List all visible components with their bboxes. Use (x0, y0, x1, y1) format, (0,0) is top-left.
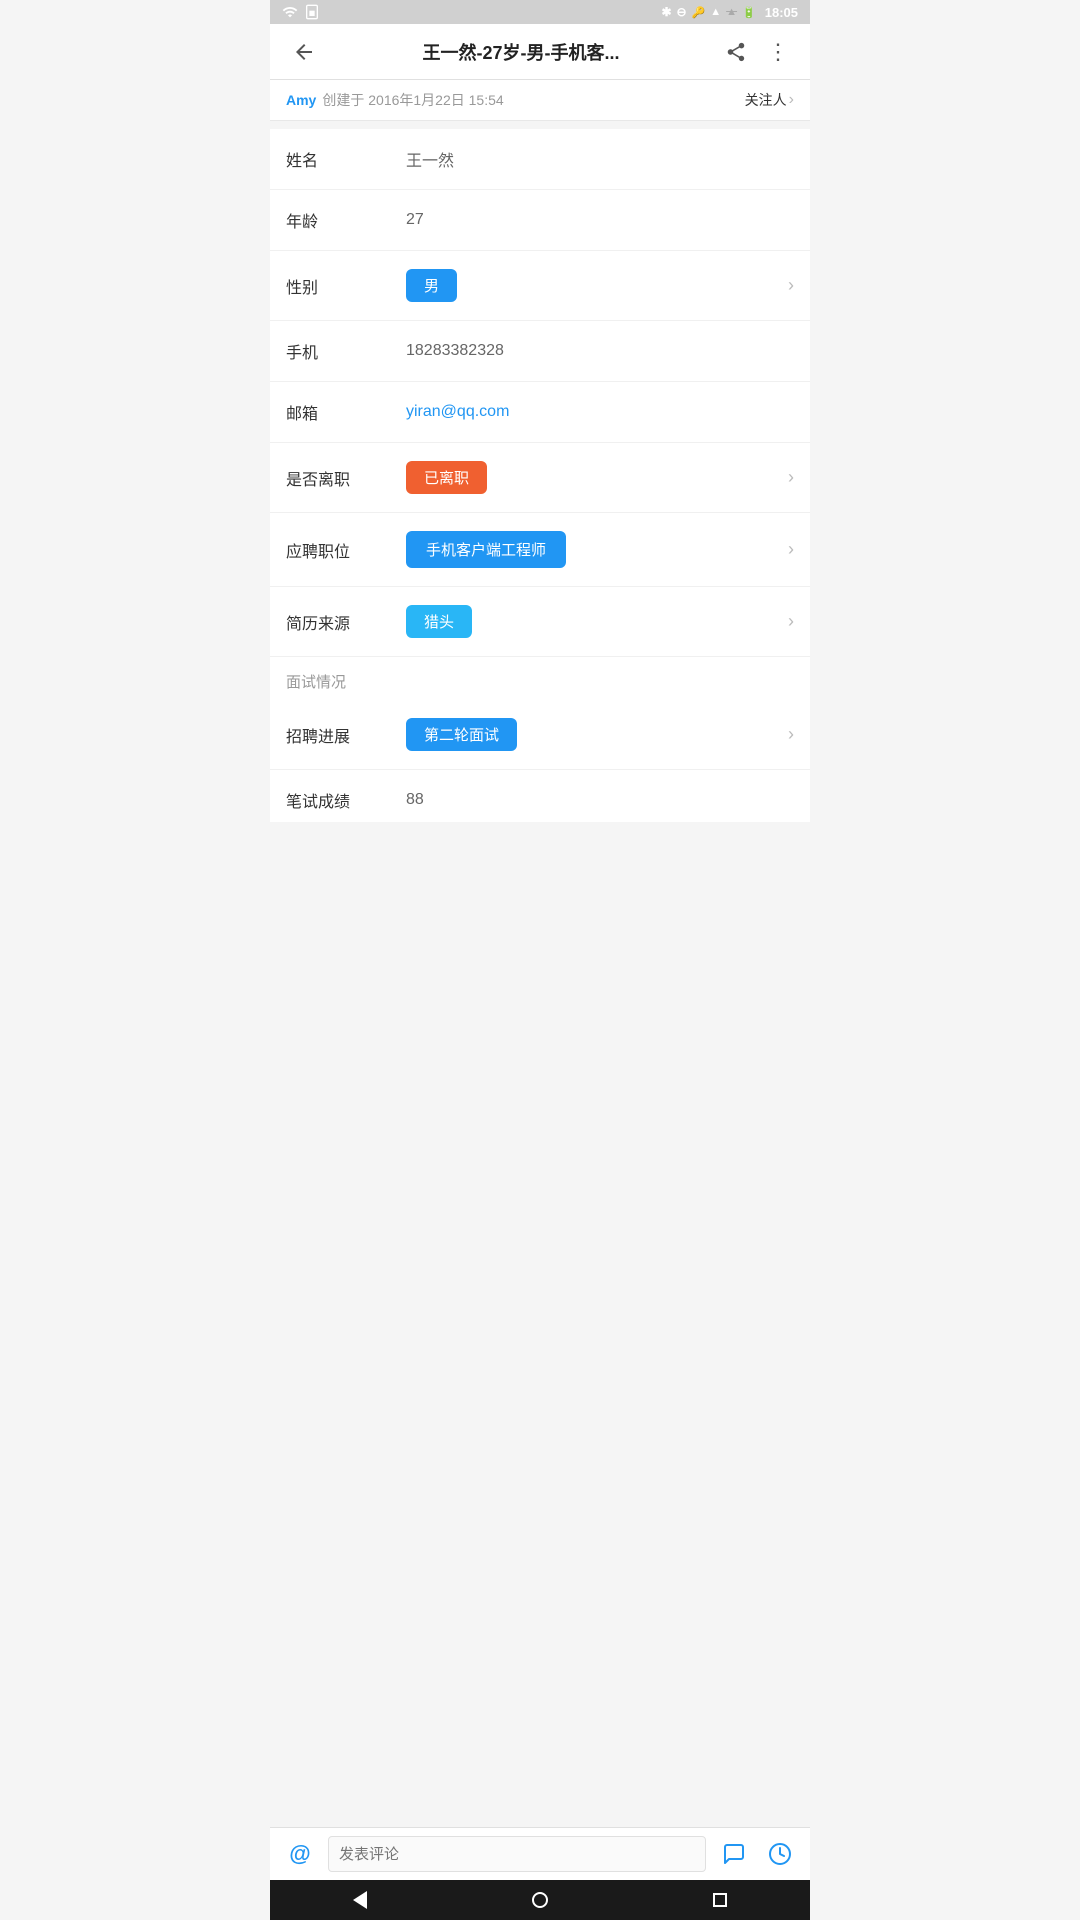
field-gender[interactable]: 性别 男 › (270, 251, 810, 321)
resigned-tag: 已离职 (406, 461, 487, 494)
nav-recent-icon (713, 1893, 727, 1907)
battery-icon: 🔋 (742, 6, 756, 19)
profile-content: 姓名 王一然 年龄 27 性别 男 › 手机 18283382328 邮箱 yi… (270, 129, 810, 822)
time-display: 18:05 (765, 5, 798, 20)
field-progress[interactable]: 招聘进展 第二轮面试 › (270, 700, 810, 770)
share-button[interactable] (720, 36, 752, 68)
field-written-score: 笔试成绩 88 (270, 770, 810, 822)
progress-tag: 第二轮面试 (406, 718, 517, 751)
field-label-source: 简历来源 (286, 610, 406, 634)
created-text: 创建于 2016年1月22日 15:54 (322, 90, 503, 110)
field-value-source: 猎头 (406, 605, 780, 638)
field-position[interactable]: 应聘职位 手机客户端工程师 › (270, 513, 810, 587)
field-label-gender: 性别 (286, 274, 406, 298)
minus-circle-icon: ⊖ (677, 5, 687, 19)
nav-recent-button[interactable] (700, 1880, 740, 1920)
follow-button[interactable]: 关注人 › (745, 90, 794, 110)
field-name: 姓名 王一然 (270, 129, 810, 190)
status-bar-right: ✱ ⊖ 🔑 ▲ ▲ 🔋 18:05 (661, 5, 798, 20)
field-label-progress: 招聘进展 (286, 723, 406, 747)
comment-icon-button[interactable] (716, 1836, 752, 1872)
gender-chevron-icon: › (788, 275, 794, 296)
gender-tag: 男 (406, 269, 457, 302)
position-chevron-icon: › (788, 539, 794, 560)
sub-header: Amy 创建于 2016年1月22日 15:54 关注人 › (270, 80, 810, 121)
field-label-name: 姓名 (286, 147, 406, 171)
status-bar: ✱ ⊖ 🔑 ▲ ▲ 🔋 18:05 (270, 0, 810, 24)
field-value-email[interactable]: yiran@qq.com (406, 403, 794, 421)
source-chevron-icon: › (788, 611, 794, 632)
status-bar-left (282, 4, 320, 20)
field-source[interactable]: 简历来源 猎头 › (270, 587, 810, 657)
page-title: 王一然-27岁-男-手机客... (322, 39, 720, 65)
back-button[interactable] (286, 34, 322, 70)
nav-bar (270, 1880, 810, 1920)
follow-chevron-icon: › (789, 91, 794, 109)
field-label-position: 应聘职位 (286, 538, 406, 562)
field-label-phone: 手机 (286, 339, 406, 363)
field-label-resigned: 是否离职 (286, 466, 406, 490)
wifi-icon (282, 4, 298, 20)
app-bar-actions: ⋮ (720, 36, 794, 68)
field-value-phone: 18283382328 (406, 342, 794, 360)
field-value-progress: 第二轮面试 (406, 718, 780, 751)
follow-label: 关注人 (745, 90, 787, 110)
nav-back-button[interactable] (340, 1880, 380, 1920)
field-age: 年龄 27 (270, 190, 810, 251)
nav-back-icon (353, 1891, 367, 1909)
nav-home-button[interactable] (520, 1880, 560, 1920)
sim-icon (304, 4, 320, 20)
field-value-written-score: 88 (406, 791, 794, 809)
field-label-email: 邮箱 (286, 400, 406, 424)
at-button[interactable]: @ (282, 1836, 318, 1872)
key-icon: 🔑 (692, 6, 706, 19)
sub-header-left: Amy 创建于 2016年1月22日 15:54 (286, 90, 504, 110)
field-email: 邮箱 yiran@qq.com (270, 382, 810, 443)
source-tag: 猎头 (406, 605, 472, 638)
app-bar: 王一然-27岁-男-手机客... ⋮ (270, 24, 810, 80)
comment-bar: @ (270, 1827, 810, 1880)
field-value-age: 27 (406, 211, 794, 229)
creator-name: Amy (286, 92, 316, 108)
field-label-written-score: 笔试成绩 (286, 788, 406, 812)
comment-input[interactable] (328, 1836, 706, 1872)
more-button[interactable]: ⋮ (762, 36, 794, 68)
no-signal-icon: ▲ (726, 6, 737, 18)
field-value-resigned: 已离职 (406, 461, 780, 494)
field-value-position: 手机客户端工程师 (406, 531, 780, 568)
section-interview: 面试情况 (270, 657, 810, 700)
field-value-gender: 男 (406, 269, 780, 302)
signal-icon: ▲ (710, 6, 721, 18)
field-value-name: 王一然 (406, 147, 794, 171)
resigned-chevron-icon: › (788, 467, 794, 488)
progress-chevron-icon: › (788, 724, 794, 745)
bluetooth-icon: ✱ (661, 5, 671, 19)
nav-home-icon (532, 1892, 548, 1908)
position-tag: 手机客户端工程师 (406, 531, 566, 568)
field-phone: 手机 18283382328 (270, 321, 810, 382)
field-label-age: 年龄 (286, 208, 406, 232)
history-icon-button[interactable] (762, 1836, 798, 1872)
field-resigned[interactable]: 是否离职 已离职 › (270, 443, 810, 513)
